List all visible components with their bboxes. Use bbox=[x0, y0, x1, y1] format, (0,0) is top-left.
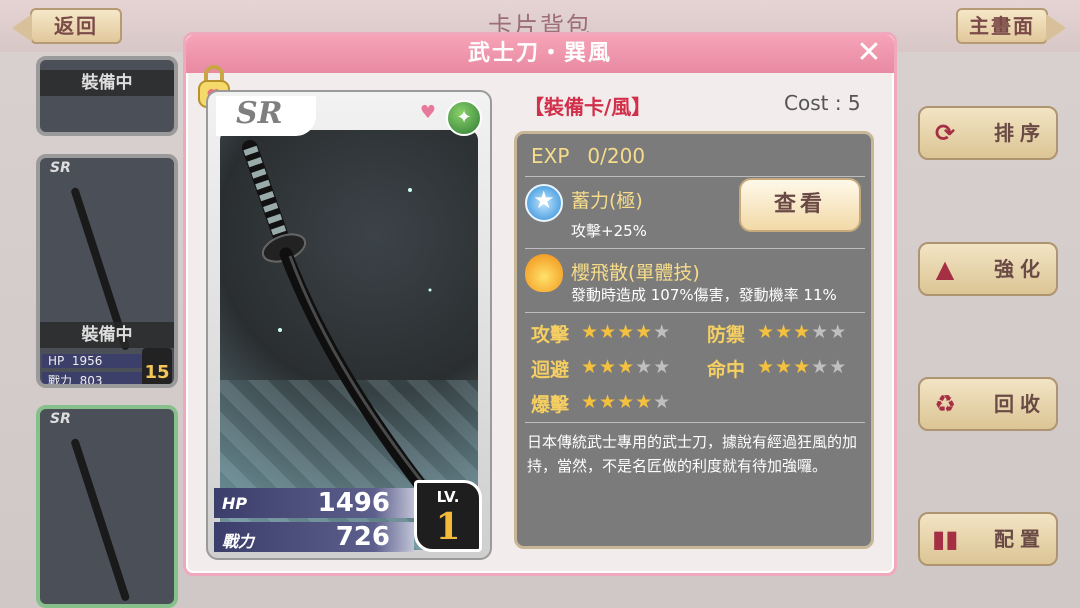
divider bbox=[525, 176, 865, 177]
main-menu-button[interactable]: 主畫面 bbox=[956, 8, 1066, 44]
inventory-card[interactable]: SR bbox=[36, 405, 178, 608]
attr-stars: ★★★★★ bbox=[581, 391, 671, 413]
divider bbox=[525, 248, 865, 249]
exp-value: 0/200 bbox=[587, 144, 646, 168]
card-description: 日本傳統武士專用的武士刀，據說有經過狂風的加持，當然，不是名匠做的利度就有待加強… bbox=[527, 433, 858, 475]
close-icon[interactable]: ✕ bbox=[854, 38, 884, 69]
inventory-card[interactable]: 裝備中 bbox=[36, 56, 178, 136]
star-filled-icon: ★ bbox=[775, 321, 794, 343]
info-panel: EXP 0/200 蓄力(極) 攻擊+25% 查看 櫻飛散(單體技) 發動時造成 … bbox=[514, 131, 874, 549]
deploy-label: 配置 bbox=[994, 527, 1046, 551]
star-empty-icon: ★ bbox=[653, 391, 672, 413]
level-badge: LV. 1 bbox=[414, 480, 482, 552]
equipped-label: 裝備中 bbox=[40, 322, 174, 348]
divider bbox=[525, 422, 865, 423]
star-filled-icon: ★ bbox=[581, 356, 600, 378]
deploy-button[interactable]: ▮▮ 配置 bbox=[918, 512, 1058, 566]
enhance-icon: ▲ bbox=[935, 255, 955, 283]
heart-icon: ♥ bbox=[419, 102, 436, 123]
star-filled-icon: ★ bbox=[599, 391, 618, 413]
star-filled-icon: ★ bbox=[617, 356, 636, 378]
star-filled-icon: ★ bbox=[757, 356, 776, 378]
power-label: 戰力 bbox=[48, 374, 73, 388]
enhance-label: 強化 bbox=[994, 257, 1046, 281]
star-empty-icon: ★ bbox=[653, 356, 672, 378]
back-button[interactable]: 返回 bbox=[12, 8, 122, 44]
hp-label: HP bbox=[48, 354, 65, 368]
inventory-card[interactable]: SR 裝備中 HP 1956 戰力 803 15 bbox=[36, 154, 178, 388]
hp-value: 1496 bbox=[317, 488, 390, 518]
star-filled-icon: ★ bbox=[599, 321, 618, 343]
star-filled-icon: ★ bbox=[793, 356, 812, 378]
recycle-button[interactable]: ♻ 回收 bbox=[918, 377, 1058, 431]
attr-label: 防禦 bbox=[707, 324, 746, 346]
card-type: 【裝備卡/風】 bbox=[524, 95, 652, 119]
level-label: LV. bbox=[436, 488, 460, 506]
star-empty-icon: ★ bbox=[811, 356, 830, 378]
star-filled-icon: ★ bbox=[617, 391, 636, 413]
power-value: 803 bbox=[79, 374, 103, 388]
rarity-label: SR bbox=[216, 96, 316, 136]
recycle-icon: ♻ bbox=[934, 390, 956, 418]
star-filled-icon: ★ bbox=[599, 356, 618, 378]
rarity-label: SR bbox=[50, 160, 71, 176]
star-filled-icon: ★ bbox=[635, 321, 654, 343]
skill-1-name: 蓄力(極) bbox=[571, 190, 643, 212]
attr-stars: ★★★★★ bbox=[757, 356, 847, 378]
attr-label: 迴避 bbox=[531, 359, 570, 381]
hp-stat: HP 1956 bbox=[42, 354, 152, 368]
star-filled-icon: ★ bbox=[581, 321, 600, 343]
star-filled-icon: ★ bbox=[581, 391, 600, 413]
sort-label: 排序 bbox=[994, 121, 1046, 145]
skill-2-name: 櫻飛散(單體技) bbox=[571, 262, 700, 284]
fire-skill-icon bbox=[525, 254, 563, 292]
hp-label: HP bbox=[222, 494, 248, 513]
cards-icon: ▮▮ bbox=[932, 525, 959, 553]
power-value: 726 bbox=[335, 522, 390, 552]
star-filled-icon: ★ bbox=[757, 321, 776, 343]
card-detail-dialog: 武士刀・巽風 ✕ SR ♥ ✦ HP 1496 戰力 726 LV. 1 【裝備… bbox=[183, 32, 897, 576]
attr-stars: ★★★★★ bbox=[581, 356, 671, 378]
star-filled-icon: ★ bbox=[635, 391, 654, 413]
skill-2-desc: 發動時造成 107%傷害，發動機率 11% bbox=[571, 286, 837, 304]
star-filled-icon: ★ bbox=[617, 321, 636, 343]
dialog-title: 武士刀・巽風 bbox=[186, 35, 894, 73]
level-badge: 15 bbox=[142, 348, 172, 384]
equipped-label: 裝備中 bbox=[40, 70, 174, 96]
power-stat: 戰力 726 bbox=[214, 522, 414, 552]
star-empty-icon: ★ bbox=[829, 356, 848, 378]
view-button[interactable]: 查看 bbox=[739, 178, 861, 232]
star-empty-icon: ★ bbox=[635, 356, 654, 378]
attr-stars: ★★★★★ bbox=[757, 321, 847, 343]
star-empty-icon: ★ bbox=[829, 321, 848, 343]
attr-stars: ★★★★★ bbox=[581, 321, 671, 343]
power-label: 戰力 bbox=[222, 532, 255, 551]
enhance-button[interactable]: ▲ 強化 bbox=[918, 242, 1058, 296]
recycle-label: 回收 bbox=[994, 392, 1046, 416]
refresh-icon: ⟳ bbox=[934, 119, 956, 147]
exp-row: EXP 0/200 bbox=[531, 144, 645, 168]
power-stat: 戰力 803 bbox=[42, 372, 152, 388]
star-empty-icon: ★ bbox=[653, 321, 672, 343]
star-skill-icon bbox=[525, 184, 563, 222]
wind-element-icon: ✦ bbox=[446, 100, 482, 136]
star-filled-icon: ★ bbox=[793, 321, 812, 343]
attr-label: 命中 bbox=[707, 359, 746, 381]
divider bbox=[525, 312, 865, 313]
rarity-label: SR bbox=[50, 411, 71, 427]
level-value: 1 bbox=[435, 506, 461, 548]
star-empty-icon: ★ bbox=[811, 321, 830, 343]
attr-label: 攻擊 bbox=[531, 324, 570, 346]
sort-button[interactable]: ⟳ 排序 bbox=[918, 106, 1058, 160]
hp-stat: HP 1496 bbox=[214, 488, 414, 518]
card-cost: Cost : 5 bbox=[784, 91, 861, 115]
star-filled-icon: ★ bbox=[775, 356, 794, 378]
sword-image bbox=[70, 437, 131, 602]
hp-value: 1956 bbox=[71, 354, 103, 368]
skill-1-desc: 攻擊+25% bbox=[571, 222, 647, 240]
exp-label: EXP bbox=[531, 144, 570, 168]
attr-label: 爆擊 bbox=[531, 394, 570, 416]
equipment-card: SR ♥ ✦ HP 1496 戰力 726 LV. 1 bbox=[206, 90, 492, 560]
